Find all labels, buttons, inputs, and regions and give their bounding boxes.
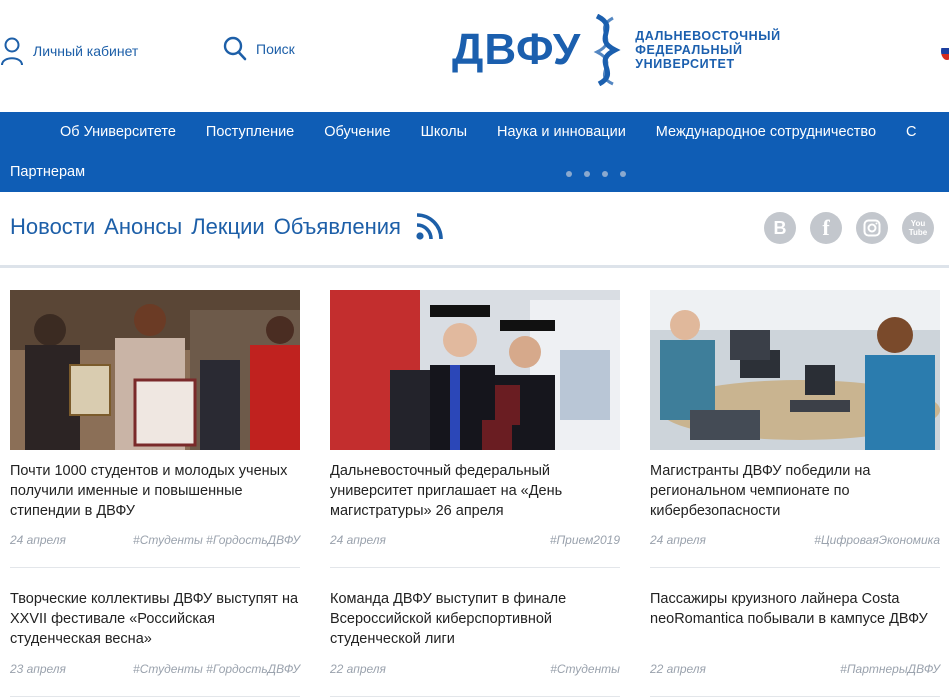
user-icon — [1, 37, 23, 66]
section-tabs: Новости Анонсы Лекции Объявления — [10, 213, 445, 241]
news-tag[interactable]: #ПартнерыДВФУ — [840, 662, 940, 676]
news-tag[interactable]: #Студенты — [550, 662, 620, 676]
news-separator — [10, 696, 300, 697]
facebook-icon[interactable]: f — [810, 212, 842, 244]
news-date: 22 апреля — [330, 662, 386, 676]
personal-account-link[interactable]: Личный кабинет — [0, 36, 138, 66]
news-meta: 24 апреля #Студенты #ГордостьДВФУ — [10, 533, 300, 547]
nav-page-dot[interactable] — [584, 171, 590, 177]
main-navigation: Об Университете Поступление Обучение Шко… — [0, 112, 949, 192]
news-meta: 24 апреля #Прием2019 — [330, 533, 620, 547]
news-tags: #Студенты — [550, 662, 620, 676]
news-tag[interactable]: #Студенты — [133, 662, 203, 676]
news-tag[interactable]: #ЦифроваяЭкономика — [814, 533, 940, 547]
rss-icon[interactable] — [415, 213, 445, 241]
news-meta: 22 апреля #Студенты — [330, 662, 620, 676]
vk-icon[interactable]: B — [764, 212, 796, 244]
news-meta: 22 апреля #ПартнерыДВФУ — [650, 662, 940, 676]
nav-page-dot[interactable] — [566, 171, 572, 177]
news-title[interactable]: Дальневосточный федеральный университет … — [330, 461, 620, 521]
nav-item-schools[interactable]: Школы — [421, 124, 467, 140]
instagram-icon[interactable] — [856, 212, 888, 244]
section-divider — [0, 265, 949, 268]
nav-row: Об Университете Поступление Обучение Шко… — [60, 124, 947, 140]
news-separator — [650, 567, 940, 568]
vk-glyph: B — [773, 217, 787, 238]
news-date: 23 апреля — [10, 662, 66, 676]
news-title[interactable]: Магистранты ДВФУ победили на регионально… — [650, 461, 940, 521]
news-tag[interactable]: #ГордостьДВФУ — [206, 533, 300, 547]
personal-account-label: Личный кабинет — [33, 43, 139, 59]
instagram-glyph — [863, 219, 881, 237]
news-tag[interactable]: #Студенты — [133, 533, 203, 547]
logo-line-1: ДАЛЬНЕВОСТОЧНЫЙ — [635, 29, 781, 43]
search-icon — [223, 36, 247, 61]
youtube-icon[interactable]: You Tube — [902, 212, 934, 244]
nav-item-truncated[interactable]: С — [906, 124, 916, 140]
news-tags: #Студенты #ГордостьДВФУ — [133, 662, 300, 676]
nav-item-partners[interactable]: Партнерам — [10, 164, 85, 180]
news-tag[interactable]: #Прием2019 — [550, 533, 620, 547]
news-separator — [10, 567, 300, 568]
news-date: 24 апреля — [650, 533, 706, 547]
tab-announcements[interactable]: Анонсы — [104, 214, 182, 240]
nav-item-international[interactable]: Международное сотрудничество — [656, 124, 876, 140]
youtube-glyph: You Tube — [908, 219, 928, 237]
helix-logo-icon — [593, 14, 621, 86]
nav-page-dot[interactable] — [602, 171, 608, 177]
news-card: Почти 1000 студентов и молодых ученых по… — [10, 290, 300, 521]
news-image-scholarship[interactable] — [10, 290, 300, 450]
news-meta: 23 апреля #Студенты #ГордостьДВФУ — [10, 662, 300, 676]
news-tags: #ПартнерыДВФУ — [840, 662, 940, 676]
news-separator — [330, 567, 620, 568]
news-tag[interactable]: #ГордостьДВФУ — [206, 662, 300, 676]
nav-pagination — [566, 171, 638, 177]
news-tags: #Студенты #ГордостьДВФУ — [133, 533, 300, 547]
logo-line-2: ФЕДЕРАЛЬНЫЙ — [635, 43, 743, 57]
nav-page-dot[interactable] — [620, 171, 626, 177]
news-title[interactable]: Творческие коллективы ДВФУ выступят на X… — [10, 589, 300, 649]
news-date: 22 апреля — [650, 662, 706, 676]
news-title[interactable]: Почти 1000 студентов и молодых ученых по… — [10, 461, 300, 521]
news-tags: #ЦифроваяЭкономика — [814, 533, 940, 547]
fefu-logo[interactable]: ДВФУ ДАЛЬНЕВОСТОЧНЫЙ ФЕДЕРАЛЬНЫЙ УНИВЕРС… — [452, 14, 781, 86]
nav-item-education[interactable]: Обучение — [324, 124, 390, 140]
nav-item-admission[interactable]: Поступление — [206, 124, 294, 140]
tab-lectures[interactable]: Лекции — [191, 214, 264, 240]
search-label: Поиск — [256, 41, 295, 57]
news-title[interactable]: Команда ДВФУ выступит в финале Всероссий… — [330, 589, 620, 649]
language-flag-icon[interactable] — [941, 42, 949, 60]
news-date: 24 апреля — [10, 533, 66, 547]
news-tags: #Прием2019 — [550, 533, 620, 547]
site-header: Личный кабинет Поиск ДВФУ ДАЛЬНЕВОСТОЧНЫ… — [0, 0, 949, 112]
logo-line-3: УНИВЕРСИТЕТ — [635, 57, 735, 71]
logo-text: ДАЛЬНЕВОСТОЧНЫЙ ФЕДЕРАЛЬНЫЙ УНИВЕРСИТЕТ — [635, 29, 780, 71]
news-image-masters-day[interactable] — [330, 290, 620, 450]
tab-news[interactable]: Новости — [10, 214, 95, 240]
facebook-glyph: f — [822, 215, 830, 240]
search-link[interactable]: Поиск — [223, 36, 295, 62]
news-date: 24 апреля — [330, 533, 386, 547]
news-image-cybersecurity[interactable] — [650, 290, 940, 450]
news-meta: 24 апреля #ЦифроваяЭкономика — [650, 533, 940, 547]
tab-notices[interactable]: Объявления — [274, 214, 401, 240]
news-separator — [650, 696, 940, 697]
news-card: Дальневосточный федеральный университет … — [330, 290, 620, 521]
news-separator — [330, 696, 620, 697]
news-card: Магистранты ДВФУ победили на регионально… — [650, 290, 940, 521]
social-links: B f You Tube — [764, 212, 948, 244]
nav-item-science[interactable]: Наука и инновации — [497, 124, 626, 140]
logo-wordmark: ДВФУ — [452, 25, 582, 74]
nav-item-about[interactable]: Об Университете — [60, 124, 176, 140]
news-title[interactable]: Пассажиры круизного лайнера Costa neoRom… — [650, 589, 940, 629]
